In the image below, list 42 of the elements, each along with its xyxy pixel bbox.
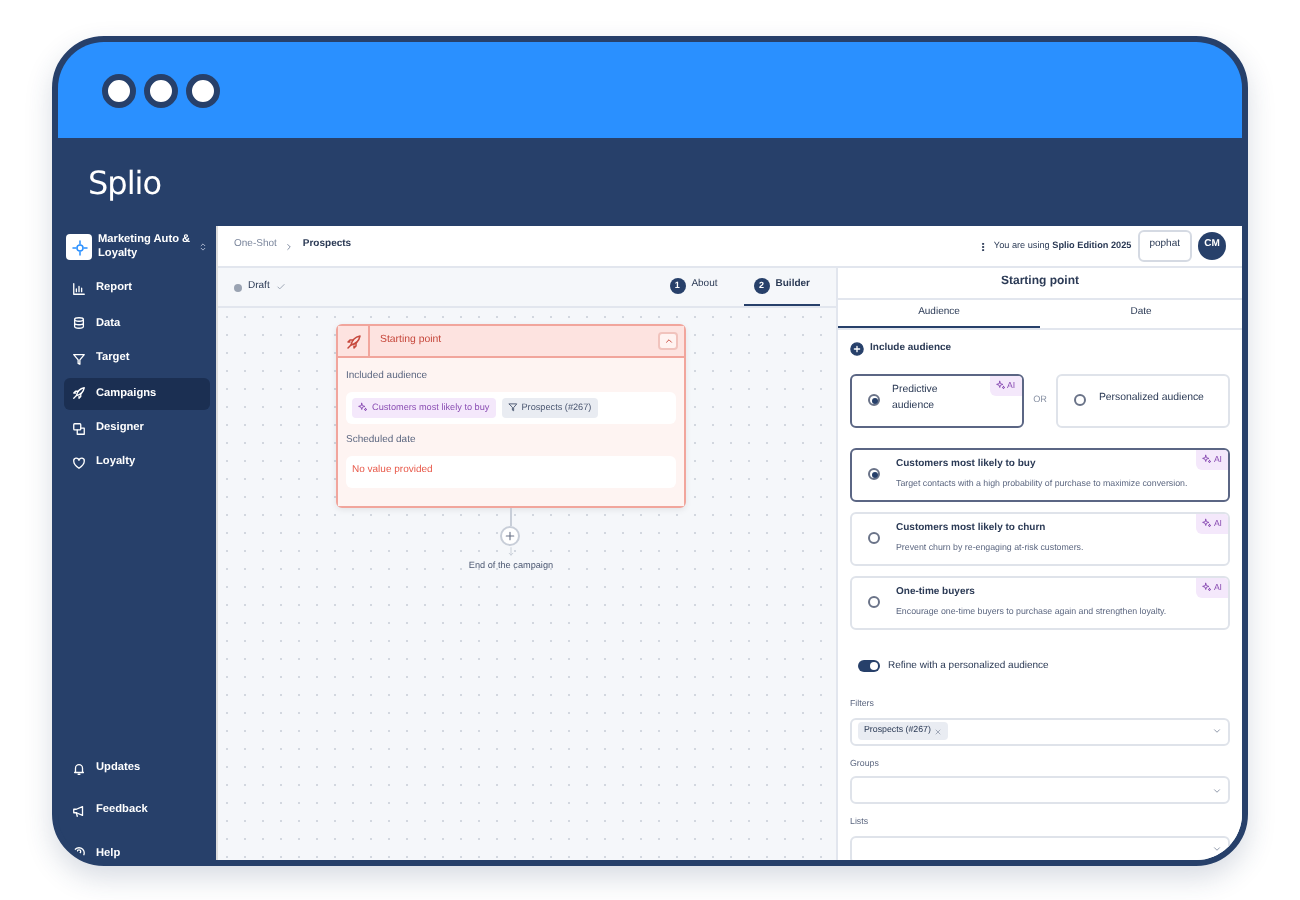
radio-button[interactable] [868,468,880,481]
sparkle-icon [1201,454,1212,465]
heart-icon [72,456,86,471]
rocket-icon [72,386,86,401]
connector-line [509,507,512,526]
window-control-dot[interactable] [102,73,136,107]
chevron-down-icon [1212,726,1222,737]
funnel-icon [72,351,86,366]
sparkle-icon [1201,582,1212,593]
chevron-updown-icon [198,242,208,253]
radio-button[interactable] [868,532,880,545]
plus-icon [504,529,517,542]
radio-button[interactable] [868,394,880,407]
window-control-dot[interactable] [186,73,220,107]
sparkle-icon [995,380,1005,391]
palette-icon [72,421,86,436]
radio-button[interactable] [868,596,880,609]
splio-logo: Splio [88,162,161,206]
database-icon [72,316,86,331]
funnel-icon [507,402,518,413]
select-field[interactable] [850,776,1230,805]
window-control-dot[interactable] [144,73,178,107]
bell-icon [72,761,86,776]
sparkle-icon [1201,518,1212,529]
sparkle-icon [358,402,368,413]
close-icon [934,727,943,736]
megaphone-icon [72,803,86,818]
dots-icon [977,239,988,253]
chevron-right-icon [284,241,295,251]
select-field[interactable] [850,835,1230,860]
arrow-down-icon [505,545,516,558]
check-icon [275,282,286,292]
chevron-down-icon [1212,844,1222,855]
status-dot [234,283,242,291]
plus-circle-icon [850,342,864,357]
chart-icon [72,282,86,297]
radio-button[interactable] [1074,394,1087,407]
chevron-up-icon [663,336,673,346]
help-icon [72,846,86,860]
toggle-switch[interactable] [858,660,880,673]
rocket-icon [345,333,361,349]
chevron-down-icon [1212,785,1222,796]
